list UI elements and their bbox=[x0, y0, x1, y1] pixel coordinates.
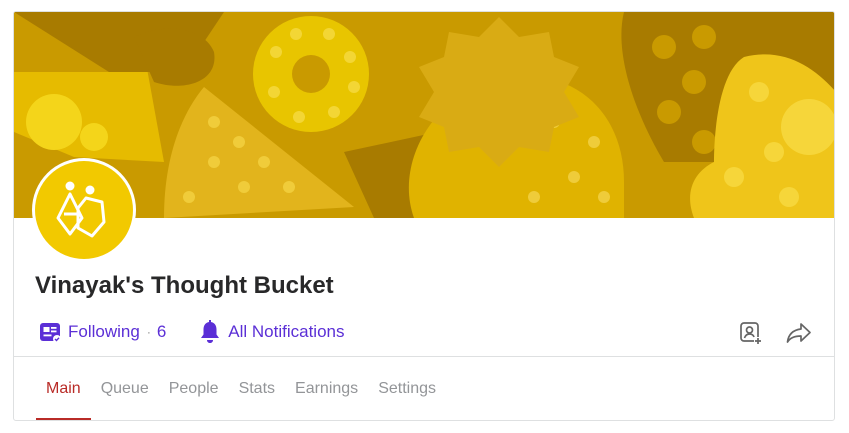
space-tabs: Main Queue People Stats Earnings Setting… bbox=[36, 357, 446, 420]
space-header-card: Vinayak's Thought Bucket Following · 6 A… bbox=[13, 11, 835, 421]
share-arrow-icon bbox=[786, 323, 811, 343]
add-contributor-icon bbox=[740, 322, 762, 345]
space-logo-icon bbox=[56, 181, 106, 238]
notifications-label: All Notifications bbox=[228, 322, 345, 341]
tab-stats[interactable]: Stats bbox=[229, 357, 285, 420]
banner-pattern bbox=[14, 12, 834, 218]
tab-settings-label: Settings bbox=[378, 380, 436, 397]
bell-icon bbox=[201, 320, 220, 343]
space-actions: Following · 6 All Notifications bbox=[39, 317, 345, 347]
space-header-tools bbox=[736, 318, 814, 348]
tab-earnings-label: Earnings bbox=[295, 380, 359, 397]
tab-main[interactable]: Main bbox=[36, 357, 91, 420]
space-title: Vinayak's Thought Bucket bbox=[35, 272, 334, 299]
tab-earnings[interactable]: Earnings bbox=[285, 357, 368, 420]
invite-contributor-button[interactable] bbox=[736, 318, 766, 348]
space-follow-icon bbox=[40, 323, 61, 343]
space-avatar bbox=[32, 158, 136, 262]
tab-queue-label: Queue bbox=[100, 380, 149, 397]
following-separator: · bbox=[146, 325, 151, 339]
tab-stats-label: Stats bbox=[238, 380, 276, 397]
tab-people-label: People bbox=[168, 380, 219, 397]
following-count: 6 bbox=[156, 322, 167, 341]
cover-banner bbox=[14, 12, 834, 218]
following-button[interactable]: Following · 6 bbox=[39, 321, 166, 343]
share-button[interactable] bbox=[784, 318, 814, 348]
tab-queue[interactable]: Queue bbox=[91, 357, 159, 420]
following-label: Following bbox=[68, 322, 140, 341]
tab-settings[interactable]: Settings bbox=[368, 357, 446, 420]
notifications-button[interactable]: All Notifications bbox=[199, 320, 345, 344]
tab-main-label: Main bbox=[46, 380, 81, 397]
space-logo bbox=[35, 161, 133, 259]
tab-people[interactable]: People bbox=[159, 357, 229, 420]
